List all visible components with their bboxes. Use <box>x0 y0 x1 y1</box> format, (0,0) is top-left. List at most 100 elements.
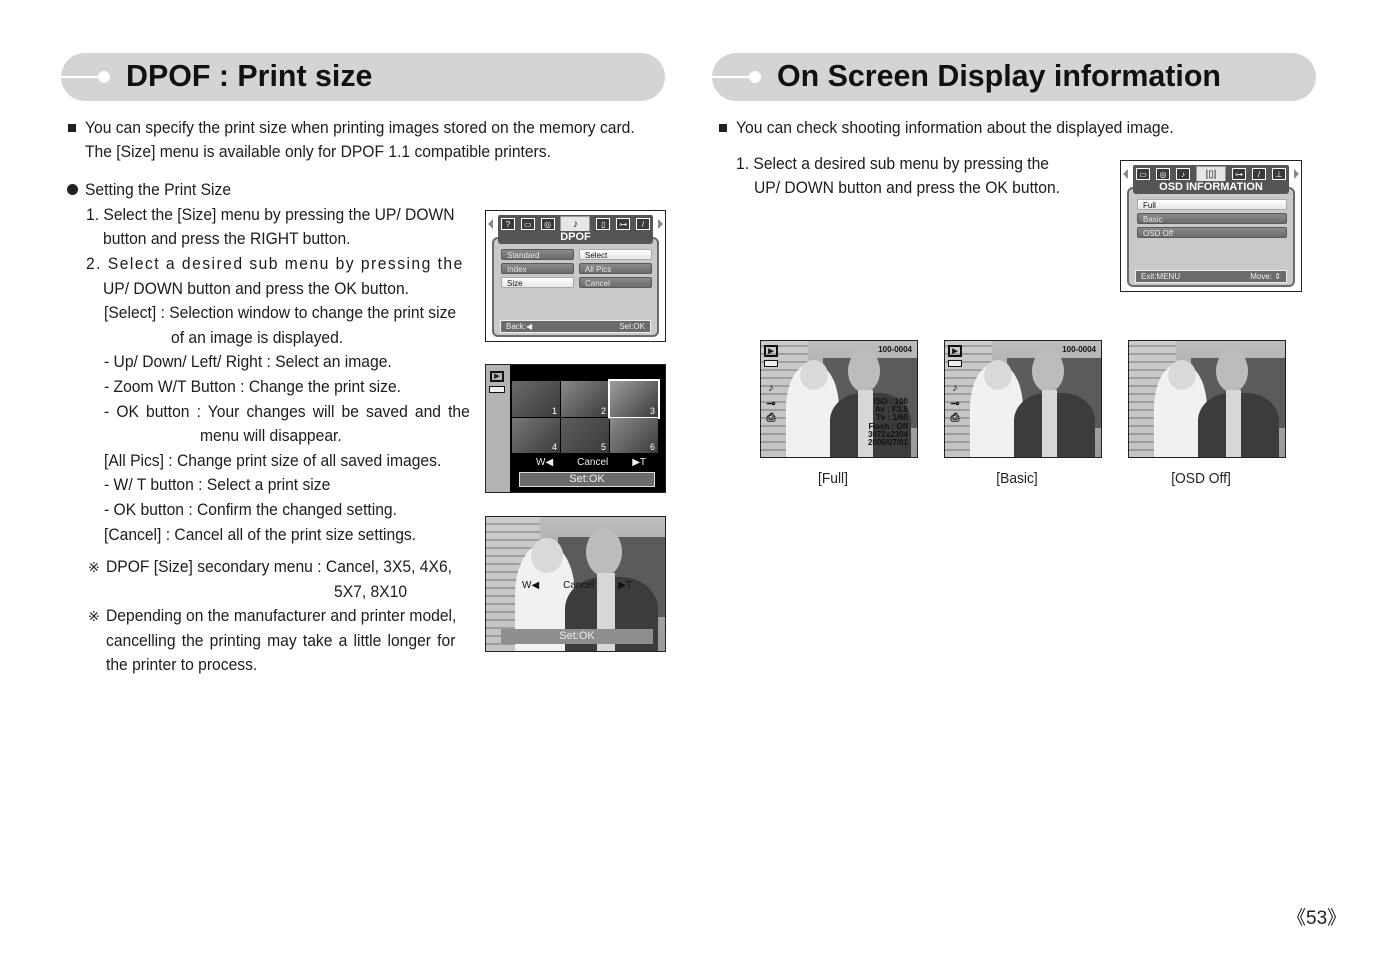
submenu-item-all-pics[interactable]: All Pics <box>579 263 652 274</box>
menu-right-arrow-icon <box>1294 169 1299 179</box>
osd-intro: You can check shooting information about… <box>736 118 1174 137</box>
osd-item-off[interactable]: OSD Off <box>1137 227 1287 238</box>
section-header-osd: On Screen Display information <box>712 53 1316 101</box>
thumbnail[interactable]: 2 <box>561 381 609 417</box>
osd-item-full[interactable]: Full <box>1137 199 1287 210</box>
step-line: - OK button : Your changes will be saved… <box>104 402 470 421</box>
dpof-print-icon: ⎙ <box>766 411 776 424</box>
osd-preview-image: ▶ ♪ ⊸ ⎙ 100-0004 <box>944 340 1102 458</box>
page-title: DPOF : Print size <box>126 58 373 93</box>
thumbnail[interactable]: 4 <box>512 417 560 453</box>
menu-item-standard[interactable]: Standard <box>501 249 574 260</box>
note-line: Depending on the manufacturer and printe… <box>106 606 457 625</box>
section-header-dpof: DPOF : Print size <box>61 53 665 101</box>
photo-bride-head <box>984 359 1013 390</box>
step-line: menu will disappear. <box>200 426 342 445</box>
menu-left-arrow-icon <box>488 219 493 229</box>
reference-mark-icon: ※ <box>88 559 100 575</box>
size-value: Cancel <box>563 580 595 591</box>
tab-osd-icon: ▯ <box>596 218 611 230</box>
thumbnail[interactable]: 3 <box>608 379 660 419</box>
step-line: - OK button : Confirm the changed settin… <box>104 500 397 519</box>
set-ok-bar[interactable]: Set:OK <box>519 472 655 487</box>
note-line: 5X7, 8X10 <box>334 582 408 601</box>
osd-preview-image <box>1128 340 1286 458</box>
photo-groom-head <box>586 527 623 576</box>
photo-bride-head <box>530 538 563 574</box>
thumbnail-grid: 1 2 3 4 5 6 <box>512 379 660 453</box>
header-line-decoration <box>61 76 99 78</box>
step-line: [Cancel] : Cancel all of the print size … <box>104 525 417 544</box>
reference-mark-icon: ※ <box>88 608 100 624</box>
voice-memo-icon: ♪ <box>952 382 958 394</box>
step-line: [Select] : Selection window to change th… <box>104 303 457 322</box>
dpof-print-icon: ⎙ <box>950 411 960 424</box>
note-line: cancelling the printing may take a littl… <box>106 631 456 650</box>
thumbnail-number: 4 <box>551 442 557 452</box>
thumbnail[interactable]: 1 <box>512 381 560 417</box>
osd-preview-image: ▶ ♪ ⊸ ⎙ 100-0004 ISO : 100 Av : F3.5 Tv : 1/60 F… <box>760 340 918 458</box>
thumbnail-number: 6 <box>649 442 655 452</box>
photo-bride-head <box>800 359 829 390</box>
zoom-row: W◀ Cancel ▶T <box>536 457 646 468</box>
file-number: 100-0004 <box>878 345 912 354</box>
osd-step-line: UP/ DOWN button and press the OK button. <box>754 178 1061 197</box>
menu-item-size[interactable]: Size <box>501 277 574 288</box>
preview-caption: [OSD Off] <box>1171 470 1231 487</box>
tab-resize-icon: ▭ <box>1136 168 1150 180</box>
thumbnail[interactable]: 6 <box>610 417 658 453</box>
size-value: Cancel <box>577 457 609 468</box>
set-ok-bar[interactable]: Set:OK <box>501 629 653 644</box>
page-title: On Screen Display information <box>777 58 1221 93</box>
tab-dpof-icon: ♪ <box>1176 168 1190 180</box>
menu-item-index[interactable]: Index <box>501 263 574 274</box>
note-line: DPOF [Size] secondary menu : Cancel, 3X5… <box>106 557 452 576</box>
protect-key-icon: ⊸ <box>950 397 960 410</box>
submenu-item-select[interactable]: Select <box>579 249 652 260</box>
zoom-t-label[interactable]: ▶T <box>618 580 632 591</box>
tab-startup-icon: ⊥ <box>1272 168 1286 180</box>
step-line: [All Pics] : Change print size of all sa… <box>104 451 442 470</box>
intro-line-2: The [Size] menu is available only for DP… <box>85 142 551 161</box>
page-number: 《53》 <box>1287 908 1347 929</box>
thumbnail[interactable]: 5 <box>561 417 609 453</box>
play-mode-icon: ▶ <box>948 345 962 357</box>
tab-edit-icon: / <box>635 218 650 230</box>
exit-hint: Exit:MENU <box>1141 272 1181 281</box>
note-line: the printer to process. <box>106 655 258 674</box>
zoom-t-label[interactable]: ▶T <box>632 457 646 468</box>
header-dot-decoration <box>98 71 110 83</box>
step-line: UP/ DOWN button and press the OK button. <box>103 279 410 298</box>
tab-resize-icon: ▭ <box>520 218 535 230</box>
battery-icon <box>764 360 778 367</box>
dpof-menu-screen: ? ▭ ◎ ♪ ▯ ⊶ / DPOF Standard Index Size S… <box>485 210 666 342</box>
preview-caption: [Basic] <box>996 470 1038 487</box>
thumbnail-number: 1 <box>551 405 557 416</box>
submenu-item-cancel[interactable]: Cancel <box>579 277 652 288</box>
osd-step-line: 1. Select a desired sub menu by pressing… <box>736 154 1049 173</box>
photo-groom-shirt <box>1225 389 1242 457</box>
photo-bride-head <box>1168 359 1197 390</box>
thumbnail-number: 3 <box>649 405 655 416</box>
step-line: - Up/ Down/ Left/ Right : Select an imag… <box>104 352 392 371</box>
tab-dpof-icon: ♪ <box>560 216 591 232</box>
zoom-w-label[interactable]: W◀ <box>522 580 539 591</box>
square-bullet-icon <box>68 124 76 132</box>
zoom-w-label[interactable]: W◀ <box>536 457 553 468</box>
thumbnail-select-screen: ▶ 1 2 3 4 5 6 W◀ Cancel ▶T Set:OK <box>485 364 666 493</box>
header-line-decoration <box>712 76 750 78</box>
preview-caption: [Full] <box>818 470 848 487</box>
protect-key-icon: ⊸ <box>766 397 776 410</box>
play-mode-icon: ▶ <box>490 371 504 382</box>
step-line: of an image is displayed. <box>171 328 344 347</box>
shooting-info: ISO : 100 Av : F3.5 Tv : 1/60 Flash : Off 30… <box>868 397 908 447</box>
tab-rotate-icon: ◎ <box>540 218 555 230</box>
voice-memo-icon: ♪ <box>768 382 774 394</box>
photo-groom-head <box>1216 350 1248 393</box>
osd-item-basic[interactable]: Basic <box>1137 213 1287 224</box>
header-dot-decoration <box>749 71 761 83</box>
tab-osd-icon: |▯| <box>1196 166 1226 182</box>
back-hint: Back:◀ <box>506 322 533 331</box>
status-column <box>486 365 510 492</box>
square-bullet-icon <box>719 124 727 132</box>
